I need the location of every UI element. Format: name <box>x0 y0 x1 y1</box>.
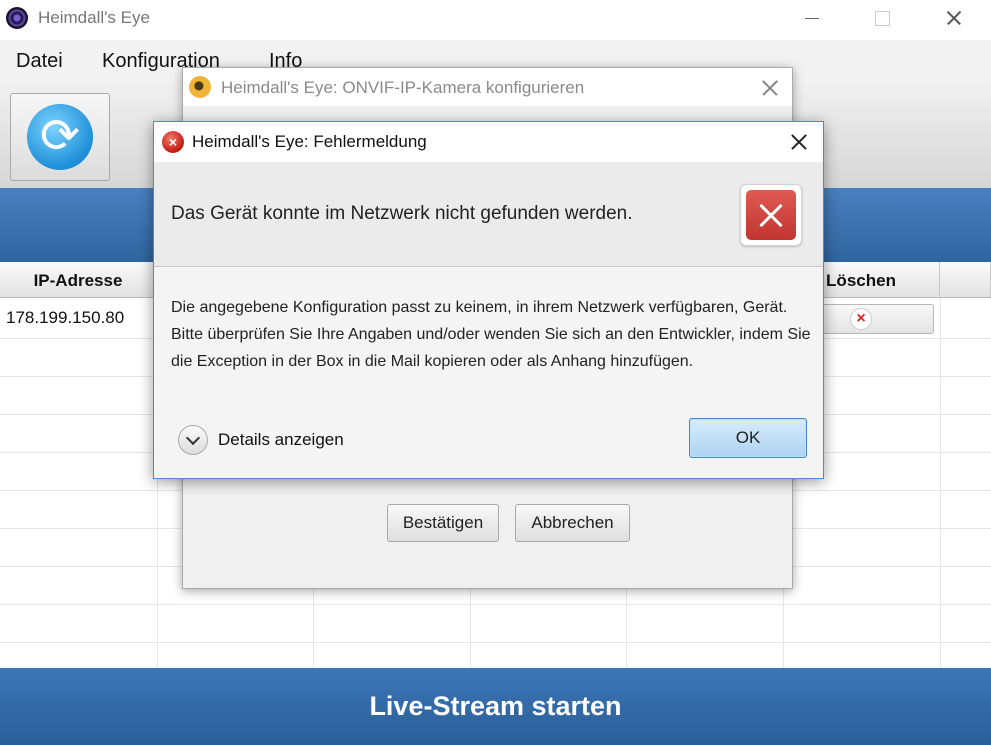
window-title: Heimdall's Eye <box>38 8 150 27</box>
details-label[interactable]: Details anzeigen <box>218 430 344 450</box>
camera-icon <box>189 76 211 98</box>
onvif-dialog-titlebar: Heimdall's Eye: ONVIF-IP-Kamera konfigur… <box>183 68 792 106</box>
chevron-down-icon[interactable] <box>178 425 208 455</box>
eye-app-icon <box>6 7 28 29</box>
details-toggle[interactable]: Details anzeigen <box>178 425 378 455</box>
error-message: Die angegebene Konfiguration passt zu ke… <box>171 299 811 370</box>
refresh-button[interactable] <box>10 93 110 181</box>
cancel-button[interactable]: Abbrechen <box>515 504 630 542</box>
error-x-icon-graphic <box>746 190 796 240</box>
error-icon: × <box>162 131 184 153</box>
maximize-button[interactable] <box>862 4 902 32</box>
error-x-icon <box>740 184 802 246</box>
bottom-bar: Live-Stream starten <box>0 668 991 745</box>
menu-datei[interactable]: Datei <box>16 50 63 73</box>
onvif-dialog-title: Heimdall's Eye: ONVIF-IP-Kamera konfigur… <box>221 78 585 97</box>
error-dialog-titlebar: × Heimdall's Eye: Fehlermeldung <box>154 122 823 162</box>
confirm-button[interactable]: Bestätigen <box>387 504 499 542</box>
main-titlebar: Heimdall's Eye <box>0 0 991 36</box>
column-divider <box>940 298 941 668</box>
minimize-button[interactable] <box>792 4 832 32</box>
column-header-filler <box>940 262 991 298</box>
start-live-stream-button[interactable]: Live-Stream starten <box>0 668 991 745</box>
close-window-button[interactable] <box>934 4 974 32</box>
error-headline: Das Gerät konnte im Netzwerk nicht gefun… <box>171 203 633 224</box>
error-dialog-title: Heimdall's Eye: Fehlermeldung <box>192 132 427 151</box>
refresh-icon <box>27 104 93 170</box>
row-divider <box>0 642 991 643</box>
delete-x-icon: × <box>850 308 872 330</box>
table-cell-ip[interactable]: 178.199.150.80 <box>6 308 124 328</box>
error-dialog: × Heimdall's Eye: Fehlermeldung Das Gerä… <box>153 121 824 479</box>
error-header: Das Gerät konnte im Netzwerk nicht gefun… <box>154 162 823 267</box>
onvif-close-button[interactable] <box>757 75 783 101</box>
row-divider <box>0 604 991 605</box>
error-close-button[interactable] <box>786 129 812 155</box>
column-header-ip[interactable]: IP-Adresse <box>0 262 157 298</box>
ok-button[interactable]: OK <box>689 418 807 458</box>
